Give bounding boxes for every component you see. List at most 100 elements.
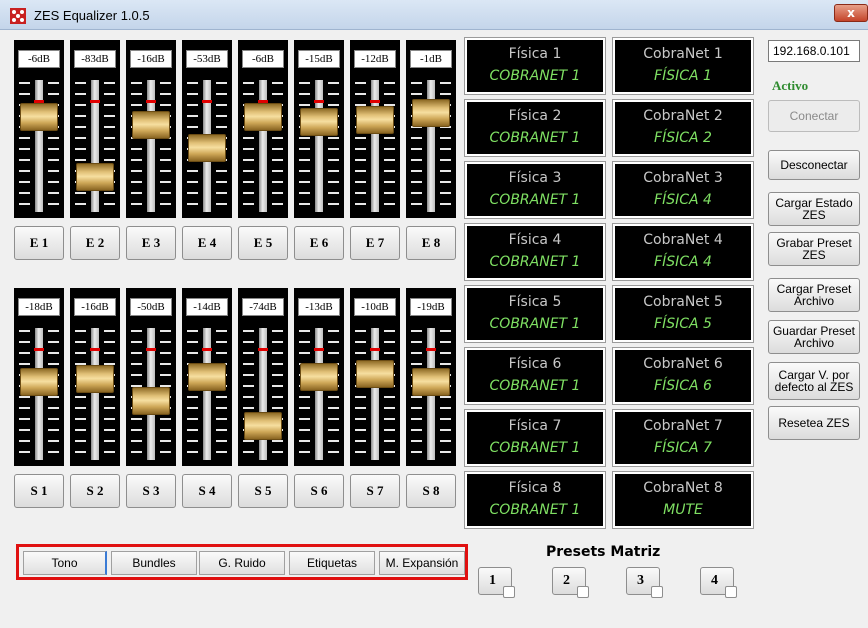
tab-g-ruido[interactable]: G. Ruido	[199, 551, 285, 575]
fader-scale-tick	[187, 126, 198, 128]
cobranet-route-1[interactable]: CobraNet 1 FÍSICA 1	[612, 37, 754, 95]
output-fader-track-3[interactable]	[131, 328, 171, 460]
output-fader-track-6[interactable]	[299, 328, 339, 460]
fader-scale-tick	[131, 93, 142, 95]
output-channel-button-3[interactable]: S 3	[126, 474, 176, 508]
fader-scale-tick	[440, 82, 451, 84]
input-fader-track-1[interactable]	[19, 80, 59, 212]
preset-3-checkbox[interactable]	[651, 586, 663, 598]
ip-address-input[interactable]	[768, 40, 860, 62]
cobranet-route-7[interactable]: CobraNet 7 FÍSICA 7	[612, 409, 754, 467]
fader-scale-tick	[187, 104, 198, 106]
input-channel-button-7[interactable]: E 7	[350, 226, 400, 260]
input-fader-knob-3[interactable]	[132, 111, 170, 139]
input-fader-track-7[interactable]	[355, 80, 395, 212]
input-channel-button-6[interactable]: E 6	[294, 226, 344, 260]
fisica-route-7[interactable]: Física 7 COBRANET 1	[464, 409, 606, 467]
preset-4-button[interactable]: 4	[700, 567, 737, 598]
output-fader-knob-6[interactable]	[300, 363, 338, 391]
resetea-zes-button[interactable]: Resetea ZES	[768, 406, 860, 440]
preset-3-button[interactable]: 3	[626, 567, 663, 598]
preset-1-checkbox[interactable]	[503, 586, 515, 598]
guardar-preset-archivo-button[interactable]: Guardar Preset Archivo	[768, 320, 860, 354]
fisica-route-6[interactable]: Física 6 COBRANET 1	[464, 347, 606, 405]
input-fader-knob-1[interactable]	[20, 103, 58, 131]
input-fader-knob-5[interactable]	[244, 103, 282, 131]
cobranet-route-4[interactable]: CobraNet 4 FÍSICA 4	[612, 223, 754, 281]
fisica-route-5[interactable]: Física 5 COBRANET 1	[464, 285, 606, 343]
fisica-route-1[interactable]: Física 1 COBRANET 1	[464, 37, 606, 95]
cargar-valores-defecto-button[interactable]: Cargar V. por defecto al ZES	[768, 362, 860, 400]
output-fader-track-2[interactable]	[75, 328, 115, 460]
cobranet-route-8[interactable]: CobraNet 8 MUTE	[612, 471, 754, 529]
cobranet-route-2[interactable]: CobraNet 2 FÍSICA 2	[612, 99, 754, 157]
tab-m-expansion[interactable]: M. Expansión	[379, 551, 465, 575]
input-fader-track-5[interactable]	[243, 80, 283, 212]
fader-scale-tick	[272, 181, 283, 183]
fader-scale-tick	[328, 440, 339, 442]
output-fader-knob-3[interactable]	[132, 387, 170, 415]
output-fader-knob-1[interactable]	[20, 368, 58, 396]
cargar-estado-zes-button[interactable]: Cargar Estado ZES	[768, 192, 860, 226]
preset-2-checkbox[interactable]	[577, 586, 589, 598]
cargar-preset-archivo-button[interactable]: Cargar Preset Archivo	[768, 278, 860, 312]
output-fader-track-8[interactable]	[411, 328, 451, 460]
preset-2-button[interactable]: 2	[552, 567, 589, 598]
output-fader-knob-2[interactable]	[76, 365, 114, 393]
input-channel-button-5[interactable]: E 5	[238, 226, 288, 260]
tab-tono[interactable]: Tono	[23, 551, 107, 575]
fader-scale-tick	[299, 440, 310, 442]
input-fader-knob-2[interactable]	[76, 163, 114, 191]
output-fader-track-7[interactable]	[355, 328, 395, 460]
tab-bundles[interactable]: Bundles	[111, 551, 197, 575]
output-fader-track-4[interactable]	[187, 328, 227, 460]
cobranet-route-6[interactable]: CobraNet 6 FÍSICA 6	[612, 347, 754, 405]
output-channel-button-6[interactable]: S 6	[294, 474, 344, 508]
input-fader-track-8[interactable]	[411, 80, 451, 212]
input-channel-button-8[interactable]: E 8	[406, 226, 456, 260]
conectar-button[interactable]: Conectar	[768, 100, 860, 132]
output-fader-knob-8[interactable]	[412, 368, 450, 396]
cobranet-route-3[interactable]: CobraNet 3 FÍSICA 4	[612, 161, 754, 219]
input-fader-track-6[interactable]	[299, 80, 339, 212]
preset-1-button[interactable]: 1	[478, 567, 515, 598]
input-fader-track-3[interactable]	[131, 80, 171, 212]
output-channel-button-7[interactable]: S 7	[350, 474, 400, 508]
output-channel-button-1[interactable]: S 1	[14, 474, 64, 508]
input-fader-knob-8[interactable]	[412, 99, 450, 127]
fader-scale-tick	[19, 451, 30, 453]
output-channel-button-8[interactable]: S 8	[406, 474, 456, 508]
input-channel-button-4[interactable]: E 4	[182, 226, 232, 260]
close-button[interactable]: x	[834, 4, 868, 22]
desconectar-button[interactable]: Desconectar	[768, 150, 860, 180]
fader-scale-tick	[411, 451, 422, 453]
input-fader-track-2[interactable]	[75, 80, 115, 212]
cobranet-route-5[interactable]: CobraNet 5 FÍSICA 5	[612, 285, 754, 343]
input-channel-button-2[interactable]: E 2	[70, 226, 120, 260]
fisica-route-2[interactable]: Física 2 COBRANET 1	[464, 99, 606, 157]
output-fader-track-1[interactable]	[19, 328, 59, 460]
input-fader-knob-7[interactable]	[356, 106, 394, 134]
output-channel-button-4[interactable]: S 4	[182, 474, 232, 508]
output-fader-knob-4[interactable]	[188, 363, 226, 391]
output-fader-track-5[interactable]	[243, 328, 283, 460]
fader-scale-tick	[48, 363, 59, 365]
output-fader-knob-5[interactable]	[244, 412, 282, 440]
preset-4-checkbox[interactable]	[725, 586, 737, 598]
output-fader-knob-7[interactable]	[356, 360, 394, 388]
fisica-route-4[interactable]: Física 4 COBRANET 1	[464, 223, 606, 281]
fader-scale-tick	[328, 451, 339, 453]
output-channel-button-5[interactable]: S 5	[238, 474, 288, 508]
output-channel-button-2[interactable]: S 2	[70, 474, 120, 508]
fisica-route-8[interactable]: Física 8 COBRANET 1	[464, 471, 606, 529]
fader-scale-tick	[440, 170, 451, 172]
tab-etiquetas[interactable]: Etiquetas	[289, 551, 375, 575]
fader-scale-tick	[328, 330, 339, 332]
fisica-route-3[interactable]: Física 3 COBRANET 1	[464, 161, 606, 219]
grabar-preset-zes-button[interactable]: Grabar Preset ZES	[768, 232, 860, 266]
input-fader-knob-4[interactable]	[188, 134, 226, 162]
input-fader-track-4[interactable]	[187, 80, 227, 212]
input-channel-button-1[interactable]: E 1	[14, 226, 64, 260]
input-fader-knob-6[interactable]	[300, 108, 338, 136]
input-channel-button-3[interactable]: E 3	[126, 226, 176, 260]
